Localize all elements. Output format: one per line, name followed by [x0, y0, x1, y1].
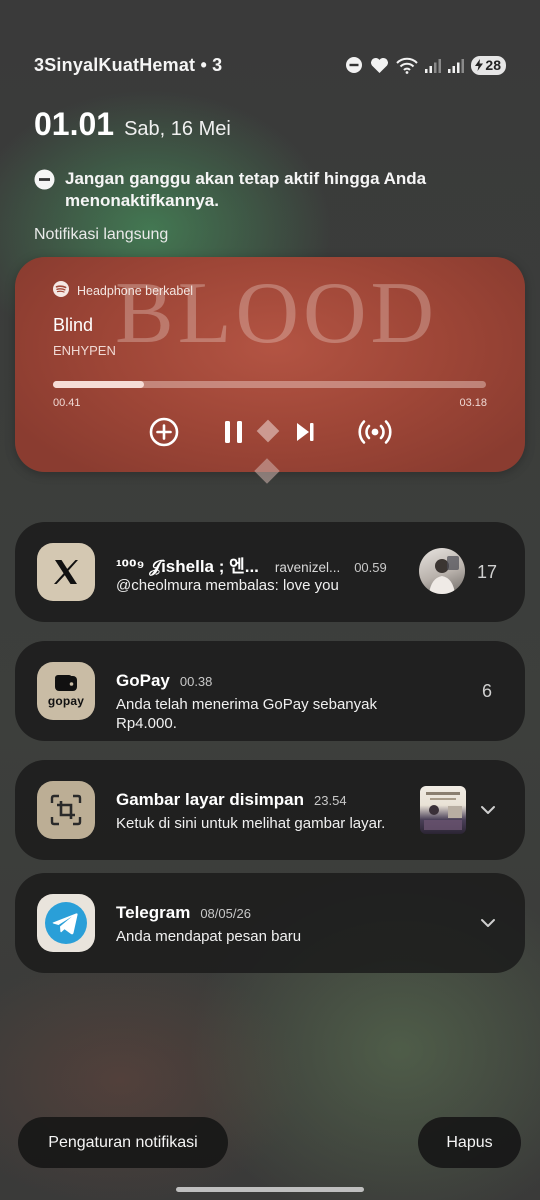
clock: 01.01: [34, 106, 115, 142]
screenshot-thumbnail: [420, 786, 466, 834]
clock-row: 01.01 Sab, 16 Mei: [34, 106, 231, 143]
notification-body: Anda telah menerima GoPay sebanyak Rp4.0…: [116, 696, 377, 732]
do-not-disturb-icon: [345, 56, 363, 74]
do-not-disturb-icon: [34, 169, 55, 195]
dnd-message: Jangan ganggu akan tetap aktif hingga An…: [65, 169, 427, 210]
media-source-label: Headphone berkabel: [77, 283, 194, 298]
notification-settings-button[interactable]: Pengaturan notifikasi: [18, 1117, 228, 1168]
avatar: [419, 548, 465, 594]
notification-title: Telegram: [116, 903, 191, 922]
telegram-icon: [37, 894, 95, 952]
wifi-icon: [396, 57, 419, 74]
notification-title: GoPay: [116, 671, 170, 690]
status-bar: 3SinyalKuatHemat • 3 28: [34, 52, 506, 78]
notification-time: 00.59: [354, 560, 387, 575]
notification-header: Telegram 08/05/26: [116, 903, 251, 923]
notification-x[interactable]: ¹⁰⁰⁹ 𝒥ishella ; 엔... ravenizel... 00.59 …: [15, 522, 525, 622]
dnd-message-row[interactable]: Jangan ganggu akan tetap aktif hingga An…: [34, 168, 500, 212]
diamond-indicator: [256, 419, 280, 443]
notification-header: ¹⁰⁰⁹ 𝒥ishella ; 엔... ravenizel... 00.59: [116, 552, 387, 577]
live-notifications-label: Notifikasi langsung: [34, 226, 169, 243]
battery-icon: 28: [471, 55, 506, 75]
elapsed-time: 00.41: [53, 397, 81, 409]
total-time: 03.18: [459, 397, 487, 409]
media-controls: [15, 414, 525, 450]
album-art-text: BLOOD: [115, 265, 439, 362]
expand-chevron-icon[interactable]: [479, 914, 497, 932]
add-to-library-button[interactable]: [146, 414, 182, 450]
notification-body: Ketuk di sini untuk melihat gambar layar…: [116, 815, 386, 832]
notification-time: 08/05/26: [200, 906, 251, 921]
battery-level: 28: [485, 57, 501, 73]
notification-count: 17: [477, 562, 498, 582]
gopay-icon-text: gopay: [47, 694, 85, 708]
next-track-button[interactable]: [287, 414, 323, 450]
gopay-icon: gopay: [37, 662, 95, 720]
notification-body: Anda mendapat pesan baru: [116, 928, 302, 945]
notification-gopay[interactable]: gopay GoPay 00.38 Anda telah menerima Go…: [15, 641, 525, 741]
notification-header: Gambar layar disimpan 23.54: [116, 790, 347, 810]
screenshot-crop-icon: [37, 781, 95, 839]
clear-all-button[interactable]: Hapus: [418, 1117, 521, 1168]
notification-time: 00.38: [179, 674, 213, 689]
plus-circle-icon: [149, 417, 179, 447]
date: Sab, 16 Mei: [124, 118, 231, 140]
skip-next-icon: [297, 423, 314, 441]
playback-progress-bar[interactable]: [53, 381, 486, 388]
spotify-icon: [53, 281, 69, 300]
home-indicator[interactable]: [176, 1187, 364, 1192]
media-output-source[interactable]: Headphone berkabel: [53, 281, 193, 300]
pause-button[interactable]: [216, 414, 252, 450]
notification-count: 6: [482, 681, 493, 701]
notification-title: ¹⁰⁰⁹ 𝒥ishella ; 엔...: [116, 557, 259, 576]
x-logo-icon: [37, 543, 95, 601]
notification-sender: ravenizel...: [274, 560, 341, 575]
expand-chevron-icon[interactable]: [479, 801, 497, 819]
notification-time: 23.54: [314, 793, 347, 808]
track-artist: ENHYPEN: [53, 343, 116, 358]
notification-header: GoPay 00.38: [116, 671, 212, 691]
signal-icon: [425, 58, 442, 73]
notification-title: Gambar layar disimpan: [116, 790, 305, 809]
cast-button[interactable]: [357, 414, 393, 450]
media-player-card[interactable]: BLOOD Headphone berkabel Blind ENHYPEN 0…: [15, 257, 525, 472]
playback-progress-fill: [53, 381, 144, 388]
notification-body: @cheolmura membalas: love you: [116, 577, 339, 594]
carrier-name: 3SinyalKuatHemat • 3: [34, 54, 223, 75]
broadcast-icon: [358, 420, 392, 444]
notification-screenshot[interactable]: Gambar layar disimpan 23.54 Ketuk di sin…: [15, 760, 525, 860]
heart-icon: [370, 57, 389, 74]
signal-icon: [448, 58, 465, 73]
notification-telegram[interactable]: Telegram 08/05/26 Anda mendapat pesan ba…: [15, 873, 525, 973]
pause-icon: [225, 421, 242, 443]
track-title: Blind: [53, 315, 94, 335]
status-icons: 28: [345, 55, 506, 75]
